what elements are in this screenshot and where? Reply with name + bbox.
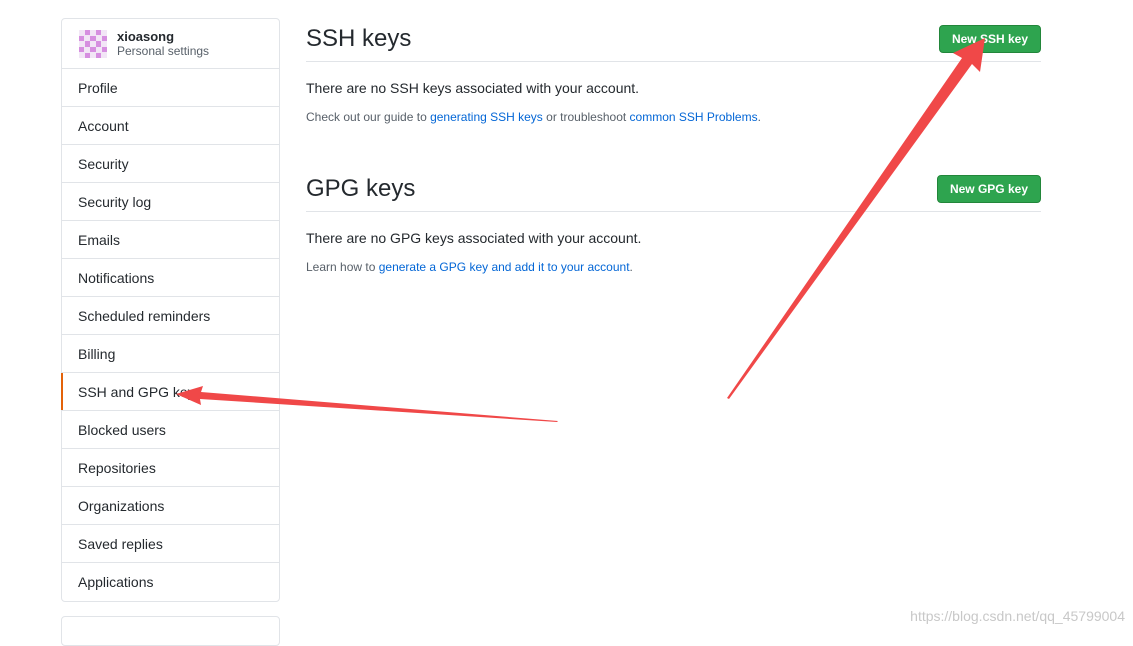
sidebar-item-notifications[interactable]: Notifications [62,259,279,297]
sidebar-item-ssh-gpg-keys[interactable]: SSH and GPG keys [61,373,279,411]
generate-gpg-key-link[interactable]: generate a GPG key and add it to your ac… [379,260,630,274]
sidebar-item-emails[interactable]: Emails [62,221,279,259]
gpg-help-prefix: Learn how to [306,260,379,274]
sidebar-item-label: Scheduled reminders [78,307,211,324]
sidebar-item-label: Emails [78,231,121,248]
avatar [79,29,107,58]
ssh-keys-section: SSH keys New SSH key There are no SSH ke… [306,17,1041,124]
settings-sidebar: xioasong Personal settings Profile Accou… [61,18,280,602]
sidebar-item-label: SSH and GPG keys [78,383,202,400]
sidebar-item-scheduled-reminders[interactable]: Scheduled reminders [62,297,279,335]
gpg-keys-section: GPG keys New GPG key There are no GPG ke… [306,167,1041,274]
sidebar-user-header[interactable]: xioasong Personal settings [62,19,279,69]
ssh-keys-header: SSH keys New SSH key [306,17,1041,62]
ssh-help-text: Check out our guide to generating SSH ke… [306,110,1041,124]
sidebar-item-label: Security [78,155,129,172]
generating-ssh-keys-link[interactable]: generating SSH keys [430,110,543,124]
sidebar-item-label: Profile [78,79,118,96]
common-ssh-problems-link[interactable]: common SSH Problems [630,110,758,124]
new-gpg-key-button[interactable]: New GPG key [936,175,1041,203]
sidebar-item-applications[interactable]: Applications [62,563,279,601]
sidebar-item-blocked-users[interactable]: Blocked users [62,411,279,449]
ssh-empty-message: There are no SSH keys associated with yo… [306,80,640,96]
gpg-help-suffix: . [629,260,633,274]
sidebar-item-label: Billing [78,345,116,362]
sidebar-item-saved-replies[interactable]: Saved replies [62,525,279,563]
sidebar-item-billing[interactable]: Billing [62,335,279,373]
ssh-help-middle: or troubleshoot [542,110,630,124]
ssh-help-suffix: . [757,110,761,124]
sidebar-secondary-panel [61,616,280,646]
sidebar-item-label: Saved replies [78,535,163,552]
gpg-keys-header: GPG keys New GPG key [306,167,1041,212]
gpg-keys-title: GPG keys [306,175,416,202]
sidebar-item-label: Applications [78,574,154,590]
gpg-help-text: Learn how to generate a GPG key and add … [306,260,1041,274]
sidebar-item-label: Account [78,117,129,134]
sidebar-item-account[interactable]: Account [62,107,279,145]
ssh-help-prefix: Check out our guide to [306,110,431,124]
sidebar-item-label: Organizations [78,497,165,514]
sidebar-item-organizations[interactable]: Organizations [62,487,279,525]
sidebar-item-label: Repositories [78,459,156,476]
new-ssh-key-button[interactable]: New SSH key [938,25,1041,53]
watermark-text: https://blog.csdn.net/qq_45799004 [910,608,1125,624]
gpg-empty-message: There are no GPG keys associated with yo… [306,230,642,246]
sidebar-item-label: Blocked users [78,421,166,438]
sidebar-item-profile[interactable]: Profile [62,69,279,107]
sidebar-item-label: Notifications [78,269,155,286]
ssh-keys-title: SSH keys [306,25,412,52]
sidebar-item-security[interactable]: Security [62,145,279,183]
user-subtitle: Personal settings [117,43,210,58]
user-name[interactable]: xioasong [117,29,209,44]
sidebar-item-label: Security log [78,193,152,210]
sidebar-item-security-log[interactable]: Security log [62,183,279,221]
sidebar-item-repositories[interactable]: Repositories [62,449,279,487]
